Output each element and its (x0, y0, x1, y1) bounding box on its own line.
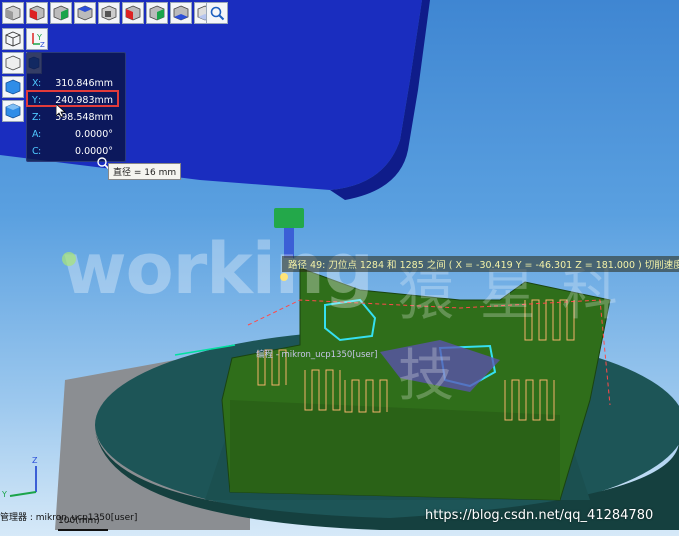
y-value-highlight (26, 90, 119, 107)
bottom-view-icon[interactable] (170, 2, 192, 24)
coord-colon: : (38, 78, 42, 89)
iso-cube-icon[interactable] (2, 2, 24, 24)
watermark-chinese: 猿 星 科 技 (398, 263, 622, 409)
watermark-dot (62, 252, 76, 266)
tool-diameter-label: 直径 = 16 mm (108, 163, 182, 180)
solid-blue-cube-alt-icon[interactable] (2, 100, 24, 122)
front-view-icon[interactable] (26, 2, 48, 24)
top-view-icon[interactable] (74, 2, 96, 24)
scale-label: 100(mm) (58, 516, 100, 526)
coord-colon: : (38, 129, 42, 140)
triad-z-label: Z (32, 456, 38, 465)
workpiece-front (230, 400, 560, 500)
shaded-cube-icon[interactable] (2, 52, 24, 74)
solid-blue-cube-icon[interactable] (2, 76, 24, 98)
coord-row-c: C: 0.0000° (27, 145, 125, 161)
wireframe-cube-icon[interactable] (2, 28, 24, 50)
coord-value: 310.846mm (55, 78, 113, 89)
back-view-icon[interactable] (98, 2, 120, 24)
coord-colon: : (38, 146, 42, 157)
triad-y-label: Y (2, 490, 7, 499)
axis-yz-icon[interactable]: Y Z (26, 28, 48, 50)
toolpath-tooltip: 路径 49: 刀位点 1284 和 1285 之间 ( X = -30.419 … (282, 256, 679, 272)
tool-holder (274, 208, 304, 228)
left-view-icon[interactable] (50, 2, 72, 24)
right-green-view-icon[interactable] (146, 2, 168, 24)
coord-value: 0.0000° (75, 129, 113, 140)
triad-y-axis (9, 491, 37, 497)
coord-row-a: A: 0.0000° (27, 128, 125, 144)
mouse-cursor-icon (56, 104, 66, 118)
right-view-icon[interactable] (122, 2, 144, 24)
coordinate-readout-panel: X: 310.846mm Y: 240.983mm Z: 598.548mm A… (26, 52, 126, 162)
coord-colon: : (38, 112, 42, 123)
url-watermark: https://blog.csdn.net/qq_41284780 (425, 508, 654, 523)
coord-row-z: Z: 598.548mm (27, 111, 125, 127)
zoom-fit-icon[interactable] (206, 2, 228, 24)
session-label: 编程 - mikron_ucp1350[user] (256, 350, 378, 360)
3d-viewport[interactable]: Y Z X: 310.846mm Y: 240.983mm Z: 598.548… (0, 0, 679, 536)
axis-z-letter: Z (40, 41, 45, 48)
